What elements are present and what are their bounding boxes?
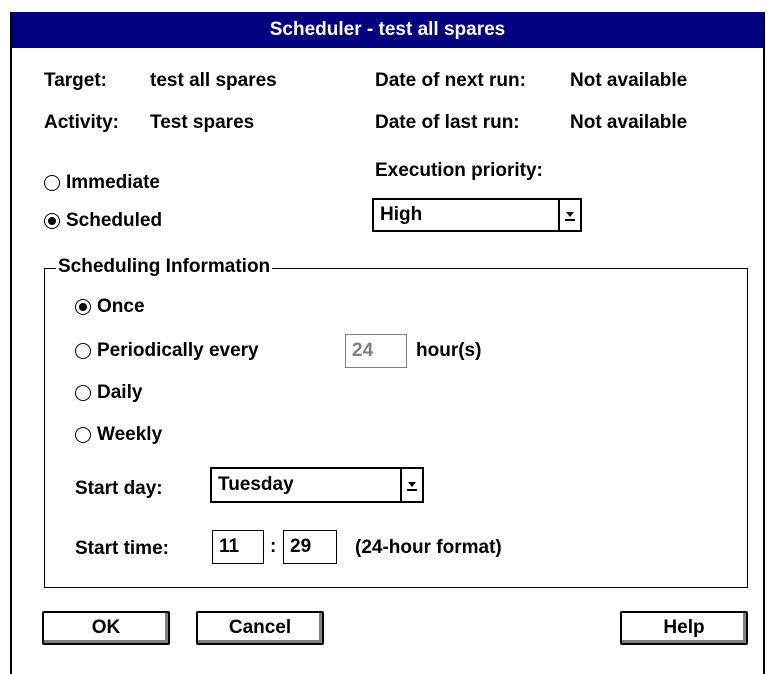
priority-dropdown[interactable]: High bbox=[372, 198, 582, 232]
start-minute-input[interactable]: 29 bbox=[283, 530, 337, 564]
start-time-label: Start time: bbox=[75, 538, 169, 559]
help-button[interactable]: Help bbox=[620, 611, 748, 645]
radio-once[interactable]: Once bbox=[75, 296, 145, 318]
priority-value: High bbox=[380, 204, 423, 225]
radio-selected-icon bbox=[44, 213, 60, 229]
next-run-label: Date of next run: bbox=[375, 70, 526, 91]
radio-selected-icon bbox=[75, 299, 91, 315]
radio-periodically-label: Periodically every bbox=[97, 340, 259, 361]
ok-button[interactable]: OK bbox=[42, 611, 170, 645]
ok-button-label: OK bbox=[91, 617, 121, 638]
help-button-label: Help bbox=[663, 617, 705, 638]
radio-empty-icon bbox=[44, 175, 60, 191]
radio-immediate[interactable]: Immediate bbox=[44, 172, 160, 194]
radio-periodically[interactable]: Periodically every bbox=[75, 340, 259, 362]
radio-scheduled[interactable]: Scheduled bbox=[44, 210, 162, 232]
radio-empty-icon bbox=[75, 385, 91, 401]
radio-daily-label: Daily bbox=[97, 382, 143, 403]
time-separator: : bbox=[270, 536, 277, 557]
priority-label: Execution priority: bbox=[375, 160, 543, 181]
radio-immediate-label: Immediate bbox=[66, 172, 160, 193]
start-day-dropdown[interactable]: Tuesday bbox=[210, 467, 424, 503]
title-bar: Scheduler - test all spares bbox=[12, 12, 763, 48]
target-value: test all spares bbox=[150, 70, 277, 91]
radio-empty-icon bbox=[75, 343, 91, 359]
dropdown-arrow-icon[interactable] bbox=[558, 200, 580, 230]
radio-empty-icon bbox=[75, 427, 91, 443]
last-run-label: Date of last run: bbox=[375, 112, 520, 133]
start-day-label: Start day: bbox=[75, 478, 163, 499]
start-hour-input[interactable]: 11 bbox=[212, 530, 264, 564]
next-run-value: Not available bbox=[570, 70, 688, 91]
cancel-button[interactable]: Cancel bbox=[196, 611, 324, 645]
activity-label: Activity: bbox=[44, 112, 119, 133]
last-run-value: Not available bbox=[570, 112, 688, 133]
radio-scheduled-label: Scheduled bbox=[66, 210, 163, 231]
time-format-note: (24-hour format) bbox=[355, 537, 502, 558]
scheduling-group-label: Scheduling Information bbox=[56, 256, 273, 278]
radio-daily[interactable]: Daily bbox=[75, 382, 142, 404]
radio-weekly[interactable]: Weekly bbox=[75, 424, 162, 446]
dropdown-arrow-icon[interactable] bbox=[400, 469, 422, 501]
periodic-hours-input[interactable]: 24 bbox=[345, 334, 407, 368]
hours-unit-label: hour(s) bbox=[416, 340, 482, 361]
window-title: Scheduler - test all spares bbox=[269, 19, 506, 40]
cancel-button-label: Cancel bbox=[228, 617, 292, 638]
activity-value: Test spares bbox=[150, 112, 255, 133]
radio-once-label: Once bbox=[97, 296, 145, 317]
target-label: Target: bbox=[44, 70, 107, 91]
radio-weekly-label: Weekly bbox=[97, 424, 163, 445]
start-day-value: Tuesday bbox=[218, 474, 294, 495]
